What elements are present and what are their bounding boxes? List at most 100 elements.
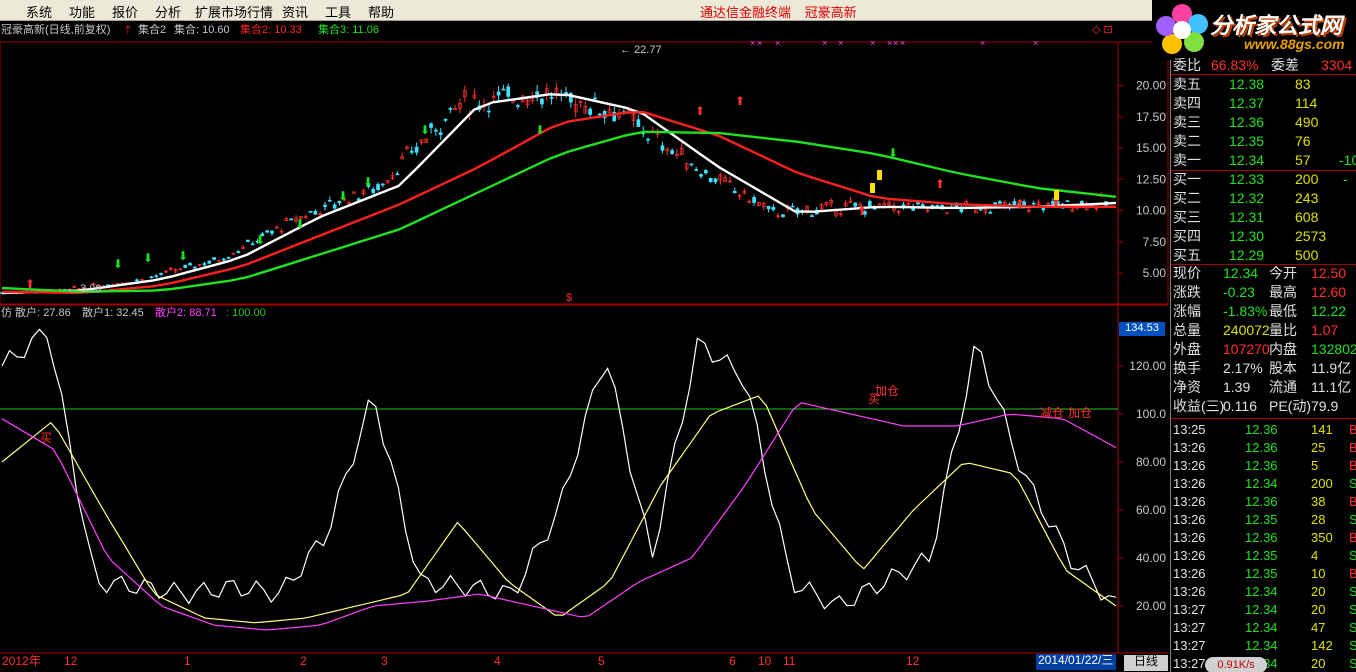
ma-line-2	[1, 110, 1116, 295]
signal-add-2: 加仓	[1068, 406, 1093, 420]
sub-indicator-2: 散户2: 88.71	[155, 307, 217, 319]
candle-body	[771, 206, 776, 211]
sell-row: 卖四 12.37 114	[1173, 95, 1318, 111]
candle-body	[327, 199, 332, 202]
sub-chart-title: 仿 散户: 27.86	[1, 307, 71, 319]
xaxis-label: 3	[381, 654, 388, 668]
x-marker: ×	[887, 38, 892, 48]
candle-body	[515, 105, 520, 107]
sell-row: 卖二 12.35 76	[1173, 133, 1311, 149]
x-marker: ×	[750, 38, 755, 48]
main-chart-title: 冠豪高新(日线,前复权)	[1, 24, 111, 36]
sub-yaxis-tick-label: 40.00	[1136, 551, 1166, 565]
highlight-bar	[870, 183, 875, 193]
sell-arrow-icon: ⬇	[888, 146, 898, 160]
candle-body	[867, 200, 872, 207]
candle-body	[694, 169, 699, 171]
stat-row: 总量 240072 量比 1.07	[1173, 322, 1339, 338]
candle-body	[781, 214, 785, 218]
x-marker: ×	[775, 38, 780, 48]
candle-body	[212, 257, 216, 260]
candle-body	[250, 243, 255, 246]
candle-body	[371, 189, 376, 194]
yaxis-tick-label: 10.00	[1136, 204, 1166, 218]
stat-row: 涨跌 -0.23 最高 12.60	[1173, 284, 1347, 300]
candle-body	[790, 205, 795, 208]
candle-body	[149, 276, 154, 279]
candle-body	[381, 183, 385, 186]
xaxis-label: 12	[906, 654, 920, 668]
xaxis-label: 12	[64, 654, 78, 668]
flower-logo-icon	[1156, 4, 1208, 54]
xaxis-label: 4	[494, 654, 501, 668]
candle-body	[308, 210, 313, 213]
buy-arrow-icon: ⬆	[935, 177, 945, 191]
sell-arrow-icon: ⬇	[178, 249, 188, 263]
candle-body	[438, 132, 443, 135]
xaxis-label: 2	[300, 654, 307, 668]
candle-body	[708, 177, 713, 183]
candle-body	[221, 258, 226, 261]
candle-body	[1031, 202, 1036, 205]
main-chart-plot: ⬆⬇ ⬇ ⬇⬇⬇⬇⬇⬇ ⬇⬆⬆⬆⬇⬆⬆ ⬆× × × × × × × × × × ×	[0, 38, 1117, 295]
indicator-2-value: 集合2: 10.33	[240, 24, 302, 36]
yaxis-tick-label: 17.50	[1136, 110, 1166, 124]
stat-row: 换手 2.17% 股本 11.9亿	[1173, 360, 1352, 376]
candle-body	[202, 263, 207, 266]
tick-row: 13:2712.3420S	[1173, 602, 1356, 617]
window-control-icons[interactable]: ◇ ⊡	[1092, 24, 1113, 37]
period-tab[interactable]: 日线	[1124, 655, 1168, 671]
cursor-date-badge: 2014/01/22/三	[1036, 654, 1116, 670]
xaxis-label: 5	[598, 654, 605, 668]
candle-body	[448, 107, 453, 110]
buy-arrow-icon: ⬆	[857, 204, 867, 218]
highlight-bar	[877, 170, 882, 180]
tick-row: 13:26 12.36 38 B	[1173, 494, 1356, 509]
candle-body	[443, 119, 448, 121]
up-arrow-icon: 🡑	[125, 24, 131, 36]
candle-body	[265, 230, 270, 233]
candle-body	[1041, 207, 1046, 211]
candle-body	[646, 138, 650, 141]
candle-body	[766, 205, 771, 210]
candle-body	[207, 260, 212, 264]
candle-body	[954, 204, 959, 207]
yaxis-tick-label: 15.00	[1136, 141, 1166, 155]
sell-row: 卖五 12.38 83	[1173, 76, 1311, 92]
yaxis-tick-label: 12.50	[1136, 172, 1166, 186]
xaxis-label: 11	[783, 654, 796, 668]
tick-row: 13:26 12.35 10 B	[1173, 566, 1356, 581]
buy-arrow-icon: ⬆	[1015, 197, 1025, 211]
x-marker: ×	[757, 38, 762, 48]
sub-yaxis-tick-label: 80.00	[1136, 455, 1166, 469]
candle-body	[323, 204, 327, 207]
candle-body	[313, 210, 318, 215]
x-marker: ×	[1033, 38, 1038, 48]
sell-arrow-icon: ⬇	[143, 251, 153, 265]
order-ratio-row: 委比 66.83% 委差 3304	[1173, 57, 1353, 73]
tick-row: 13:26 12.34 20 S	[1173, 584, 1356, 599]
sell-arrow-icon: ⬇	[338, 189, 348, 203]
buy-arrow-icon: ⬆	[25, 277, 35, 291]
xaxis-label: 6	[729, 654, 736, 668]
candle-body	[593, 97, 597, 100]
stat-row: 现价 12.34 今开 12.50	[1173, 265, 1347, 281]
candle-body	[188, 263, 192, 266]
candle-body	[159, 273, 163, 275]
marker-s: $	[566, 292, 573, 304]
sell-arrow-icon: ⬇	[113, 257, 123, 271]
candle-body	[810, 215, 814, 217]
xaxis-label-year: 2012年	[2, 654, 41, 668]
candle-body	[588, 108, 593, 115]
stat-row: 涨幅 -1.83% 最低 12.22	[1173, 303, 1347, 319]
candle-body	[154, 275, 159, 278]
app-window: { "menu":["系统","功能","报价","分析","扩展市场行情","…	[0, 0, 1356, 672]
candle-body	[409, 150, 414, 153]
buy-arrow-icon: ⬆	[735, 94, 745, 108]
logo: 分析家公式网 www.88gs.com	[1152, 0, 1356, 60]
candle-body	[135, 279, 139, 282]
tick-row: 13:26 12.36 5 B	[1173, 458, 1356, 473]
quote-panel: 委比 66.83% 委差 3304 卖五 12.38 83 卖四 12.37 114 卖三 1…	[1170, 57, 1356, 672]
sub-yaxis-tick-label: 60.00	[1136, 503, 1166, 517]
candle-body	[704, 170, 708, 174]
